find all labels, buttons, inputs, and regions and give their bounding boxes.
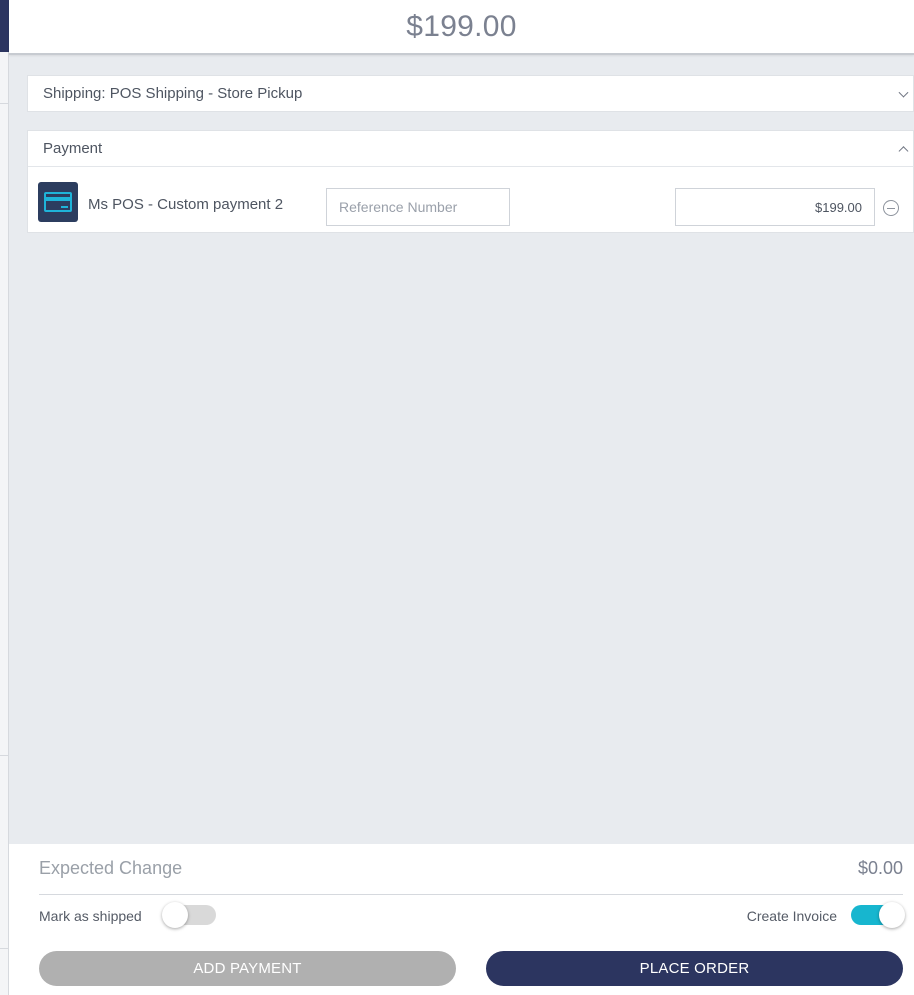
add-payment-button[interactable]: ADD PAYMENT <box>39 951 456 986</box>
divider <box>0 948 9 949</box>
checkout-footer: Expected Change $0.00 Mark as shipped Cr… <box>9 844 914 995</box>
toggle-knob <box>879 902 905 928</box>
payment-method-name: Ms POS - Custom payment 2 <box>88 196 284 213</box>
create-invoice-toggle[interactable] <box>851 902 905 928</box>
checkout-header: $199.00 <box>9 0 914 55</box>
background-header-edge <box>0 0 9 52</box>
shipping-selector[interactable]: Shipping: POS Shipping - Store Pickup <box>27 75 914 112</box>
payment-section: Payment Ms POS - Custom payment 2 $199.0… <box>27 130 914 233</box>
checkout-panel: $199.00 Shipping: POS Shipping - Store P… <box>9 0 914 995</box>
expected-change-value: $0.00 <box>857 858 903 878</box>
payment-title: Payment <box>43 140 103 157</box>
reference-number-input[interactable] <box>326 188 510 226</box>
shipping-label: Shipping: POS Shipping - Store Pickup <box>43 85 303 102</box>
expected-change-label: Expected Change <box>39 858 183 878</box>
mark-as-shipped-label: Mark as shipped <box>39 908 142 924</box>
divider <box>0 755 9 756</box>
mark-as-shipped-toggle[interactable] <box>162 902 216 928</box>
create-invoice-label: Create Invoice <box>746 908 837 924</box>
payment-amount-input[interactable]: $199.00 <box>675 188 875 226</box>
chevron-down-icon <box>898 87 909 98</box>
chevron-up-icon <box>898 145 909 156</box>
footer-divider <box>39 894 903 895</box>
toggle-knob <box>162 902 188 928</box>
background-app-edge <box>0 0 9 995</box>
order-total: $199.00 <box>406 10 517 43</box>
credit-card-icon <box>38 182 78 222</box>
divider <box>0 103 9 104</box>
payment-amount-value: $199.00 <box>815 199 862 215</box>
payment-section-header[interactable]: Payment <box>28 131 913 167</box>
place-order-button[interactable]: PLACE ORDER <box>486 951 903 986</box>
remove-payment-icon[interactable] <box>883 200 899 216</box>
